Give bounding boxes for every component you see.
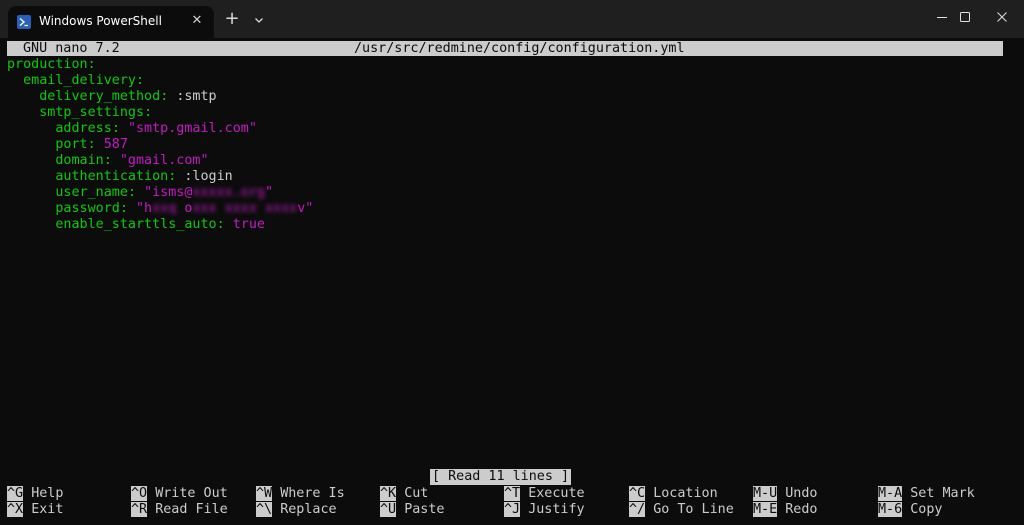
shortcut-label: Set Mark bbox=[910, 486, 975, 501]
shortcut-label: Copy bbox=[910, 502, 943, 517]
yaml-key: authentication bbox=[55, 169, 169, 184]
title-bar: Windows PowerShell ✕ + bbox=[0, 0, 1024, 38]
shortcut-key: ^W bbox=[256, 486, 273, 501]
yaml-key: smtp_settings bbox=[39, 105, 145, 120]
shortcut-label: Justify bbox=[528, 502, 585, 517]
powershell-icon bbox=[17, 15, 31, 29]
shortcut-key: ^O bbox=[131, 486, 148, 501]
shortcut-label: Write Out bbox=[155, 486, 228, 501]
file-line-2[interactable]: email_delivery: bbox=[7, 73, 144, 89]
shortcut-key: ^G bbox=[7, 486, 24, 501]
close-window-button[interactable] bbox=[978, 0, 1024, 34]
yaml-key: email_delivery bbox=[23, 73, 136, 88]
nano-header-bar: GNU nano 7.2 /usr/src/redmine/config/con… bbox=[7, 41, 1003, 56]
shortcut-read-file[interactable]: ^R Read File bbox=[131, 502, 228, 518]
new-tab-button[interactable]: + bbox=[224, 10, 240, 28]
nano-version: GNU nano 7.2 bbox=[23, 41, 120, 56]
file-line-10[interactable]: password: "hxxq oxxx xxxx xxxxv" bbox=[7, 201, 313, 217]
shortcut-label: Redo bbox=[785, 502, 818, 517]
yaml-key: enable_starttls_auto bbox=[55, 217, 217, 232]
yaml-value: true bbox=[232, 217, 265, 232]
shortcut-write-out[interactable]: ^O Write Out bbox=[131, 486, 228, 502]
shortcut-cut[interactable]: ^K Cut bbox=[380, 486, 428, 502]
shortcut-key: ^X bbox=[7, 502, 24, 517]
shortcut-go-to-line[interactable]: ^/ Go To Line bbox=[629, 502, 734, 518]
shortcut-key: ^U bbox=[380, 502, 397, 517]
yaml-value: v" bbox=[297, 201, 314, 216]
shortcut-key: ^K bbox=[380, 486, 397, 501]
tab-title: Windows PowerShell bbox=[39, 14, 162, 28]
shortcut-key: ^C bbox=[629, 486, 646, 501]
yaml-value: "h bbox=[136, 201, 153, 216]
yaml-value: o bbox=[176, 201, 193, 216]
file-line-3[interactable]: delivery_method: :smtp bbox=[7, 89, 217, 105]
redacted-text: xxx xxxx xxxx bbox=[192, 201, 298, 216]
shortcut-where-is[interactable]: ^W Where Is bbox=[256, 486, 345, 502]
shortcut-redo[interactable]: M-E Redo bbox=[753, 502, 818, 518]
file-line-8[interactable]: authentication: :login bbox=[7, 169, 233, 185]
chevron-down-icon[interactable] bbox=[252, 12, 266, 26]
file-line-7[interactable]: domain: "gmail.com" bbox=[7, 153, 209, 169]
file-line-1[interactable]: production: bbox=[7, 57, 96, 73]
file-line-11[interactable]: enable_starttls_auto: true bbox=[7, 217, 265, 233]
shortcut-label: Location bbox=[653, 486, 718, 501]
shortcut-label: Go To Line bbox=[653, 502, 734, 517]
shortcut-key: M-U bbox=[753, 486, 778, 501]
shortcut-label: Cut bbox=[404, 486, 429, 501]
tab-close-icon[interactable]: ✕ bbox=[190, 14, 204, 28]
nano-filename: /usr/src/redmine/config/configuration.ym… bbox=[354, 41, 685, 56]
yaml-key: user_name bbox=[55, 185, 128, 200]
yaml-key: production bbox=[7, 57, 88, 72]
shortcut-paste[interactable]: ^U Paste bbox=[380, 502, 445, 518]
yaml-value: 587 bbox=[103, 137, 128, 152]
shortcut-label: Read File bbox=[155, 502, 228, 517]
yaml-value-end: " bbox=[265, 185, 274, 200]
yaml-value: "smtp.gmail.com" bbox=[127, 121, 257, 136]
shortcut-key: ^/ bbox=[629, 502, 646, 517]
shortcut-key: ^\ bbox=[256, 502, 273, 517]
shortcut-help[interactable]: ^G Help bbox=[7, 486, 63, 502]
shortcut-label: Help bbox=[31, 486, 64, 501]
redacted-text: xxq bbox=[152, 201, 177, 216]
shortcut-justify[interactable]: ^J Justify bbox=[504, 502, 585, 518]
maximize-icon bbox=[960, 12, 970, 22]
yaml-key: domain bbox=[55, 153, 104, 168]
shortcut-exit[interactable]: ^X Exit bbox=[7, 502, 63, 518]
shortcut-undo[interactable]: M-U Undo bbox=[753, 486, 818, 502]
terminal-area[interactable]: GNU nano 7.2 /usr/src/redmine/config/con… bbox=[0, 38, 1024, 525]
shortcut-key: ^T bbox=[504, 486, 521, 501]
yaml-value: "isms@ bbox=[144, 185, 193, 200]
shortcut-label: Exit bbox=[31, 502, 64, 517]
shortcut-key: M-6 bbox=[878, 502, 903, 517]
shortcut-label: Undo bbox=[785, 486, 818, 501]
shortcut-key: M-A bbox=[878, 486, 903, 501]
file-line-6[interactable]: port: 587 bbox=[7, 137, 128, 153]
yaml-key: delivery_method bbox=[39, 89, 161, 104]
tab-powershell[interactable]: Windows PowerShell ✕ bbox=[8, 6, 214, 38]
yaml-key: address bbox=[55, 121, 112, 136]
yaml-key: password bbox=[55, 201, 120, 216]
shortcut-label: Paste bbox=[404, 502, 445, 517]
redacted-text: xxxxx.org bbox=[192, 185, 265, 200]
status-message: [ Read 11 lines ] bbox=[430, 469, 572, 485]
shortcut-set-mark[interactable]: M-A Set Mark bbox=[878, 486, 975, 502]
shortcut-label: Replace bbox=[280, 502, 337, 517]
shortcut-key: M-E bbox=[753, 502, 778, 517]
file-line-5[interactable]: address: "smtp.gmail.com" bbox=[7, 121, 257, 137]
shortcut-label: Where Is bbox=[280, 486, 345, 501]
file-line-9[interactable]: user_name: "isms@xxxxx.org" bbox=[7, 185, 273, 201]
shortcut-replace[interactable]: ^\ Replace bbox=[256, 502, 337, 518]
yaml-value: "gmail.com" bbox=[119, 153, 209, 168]
shortcut-location[interactable]: ^C Location bbox=[629, 486, 718, 502]
yaml-value: :smtp bbox=[176, 89, 217, 104]
shortcut-execute[interactable]: ^T Execute bbox=[504, 486, 585, 502]
shortcut-label: Execute bbox=[528, 486, 585, 501]
file-line-4[interactable]: smtp_settings: bbox=[7, 105, 152, 121]
shortcut-copy[interactable]: M-6 Copy bbox=[878, 502, 943, 518]
close-icon bbox=[997, 12, 1007, 22]
yaml-value: :login bbox=[184, 169, 233, 184]
yaml-key: port bbox=[55, 137, 88, 152]
shortcut-key: ^R bbox=[131, 502, 148, 517]
shortcut-key: ^J bbox=[504, 502, 521, 517]
